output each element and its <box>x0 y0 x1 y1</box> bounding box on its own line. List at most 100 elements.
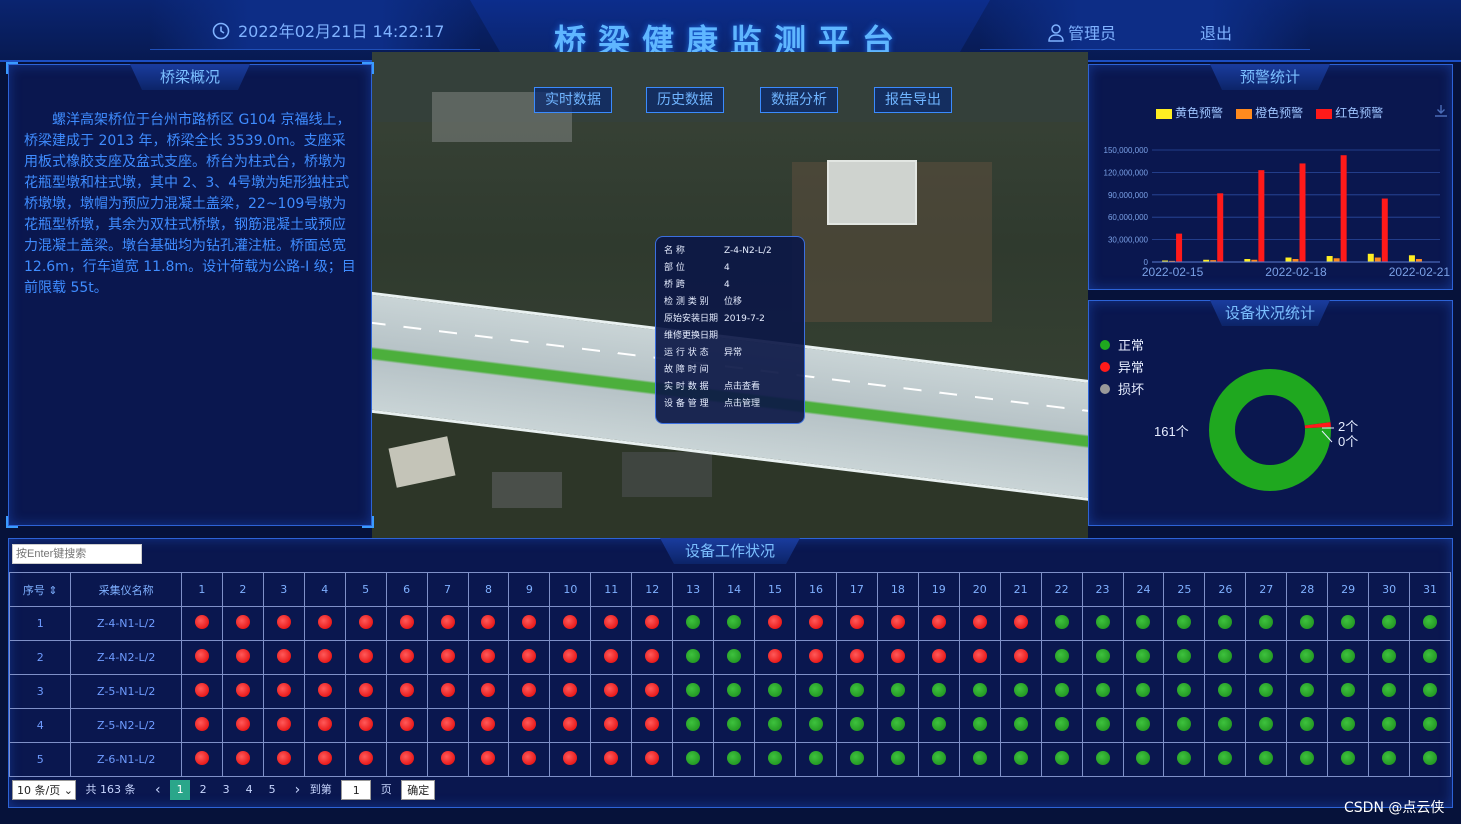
status-dot-abnormal[interactable] <box>645 751 660 765</box>
status-dot-normal[interactable] <box>768 683 783 697</box>
status-dot-abnormal[interactable] <box>317 649 332 663</box>
status-dot-abnormal[interactable] <box>604 649 619 663</box>
status-dot-abnormal[interactable] <box>481 683 496 697</box>
status-dot-normal[interactable] <box>686 751 701 765</box>
status-dot-normal[interactable] <box>972 717 987 731</box>
prev-page-icon[interactable]: ‹ <box>155 780 161 800</box>
status-dot-normal[interactable] <box>1300 615 1315 629</box>
status-dot-normal[interactable] <box>808 683 823 697</box>
status-dot-normal[interactable] <box>1382 751 1397 765</box>
page-number[interactable]: 4 <box>239 780 259 800</box>
status-dot-normal[interactable] <box>1259 717 1274 731</box>
status-dot-normal[interactable] <box>890 683 905 697</box>
status-dot-abnormal[interactable] <box>1013 649 1028 663</box>
nav-report-export[interactable]: 报告导出 <box>874 87 952 113</box>
status-dot-abnormal[interactable] <box>522 615 537 629</box>
status-dot-abnormal[interactable] <box>194 751 209 765</box>
status-dot-normal[interactable] <box>1095 717 1110 731</box>
status-dot-normal[interactable] <box>931 717 946 731</box>
status-dot-abnormal[interactable] <box>604 615 619 629</box>
status-dot-normal[interactable] <box>1218 751 1233 765</box>
status-dot-abnormal[interactable] <box>522 751 537 765</box>
table-row[interactable]: 5 Z-6-N1-L/2 <box>8 742 1451 777</box>
status-dot-normal[interactable] <box>727 683 742 697</box>
status-dot-normal[interactable] <box>972 751 987 765</box>
status-dot-normal[interactable] <box>1341 615 1356 629</box>
status-dot-normal[interactable] <box>686 717 701 731</box>
status-dot-normal[interactable] <box>808 717 823 731</box>
status-dot-normal[interactable] <box>1218 683 1233 697</box>
status-dot-abnormal[interactable] <box>235 751 250 765</box>
status-dot-normal[interactable] <box>686 683 701 697</box>
status-dot-normal[interactable] <box>1382 717 1397 731</box>
status-dot-normal[interactable] <box>1177 717 1192 731</box>
status-dot-abnormal[interactable] <box>276 615 291 629</box>
status-dot-normal[interactable] <box>768 751 783 765</box>
status-dot-normal[interactable] <box>1423 751 1438 765</box>
page-number[interactable]: 2 <box>193 780 213 800</box>
status-dot-normal[interactable] <box>1095 751 1110 765</box>
user-menu[interactable]: 管理员 <box>1048 20 1116 44</box>
status-dot-normal[interactable] <box>1341 751 1356 765</box>
popup-row[interactable]: 实 时 数 据 点击查看 <box>664 379 796 396</box>
status-dot-abnormal[interactable] <box>235 615 250 629</box>
status-dot-abnormal[interactable] <box>358 615 373 629</box>
status-dot-normal[interactable] <box>1300 717 1315 731</box>
status-dot-normal[interactable] <box>1423 615 1438 629</box>
status-dot-normal[interactable] <box>808 751 823 765</box>
sort-icon[interactable]: ⇕ <box>45 584 57 597</box>
nav-history-data[interactable]: 历史数据 <box>646 87 724 113</box>
status-dot-abnormal[interactable] <box>522 683 537 697</box>
status-dot-abnormal[interactable] <box>849 649 864 663</box>
legend-abnormal[interactable]: 异常 <box>1100 358 1144 380</box>
status-dot-abnormal[interactable] <box>645 649 660 663</box>
status-dot-abnormal[interactable] <box>399 751 414 765</box>
status-dot-normal[interactable] <box>849 683 864 697</box>
status-dot-abnormal[interactable] <box>563 717 578 731</box>
goto-confirm-button[interactable]: 确定 <box>401 780 436 800</box>
status-dot-abnormal[interactable] <box>317 751 332 765</box>
table-row[interactable]: 1 Z-4-N1-L/2 <box>8 606 1451 641</box>
status-dot-abnormal[interactable] <box>481 649 496 663</box>
status-dot-abnormal[interactable] <box>522 649 537 663</box>
status-dot-abnormal[interactable] <box>645 683 660 697</box>
table-row[interactable]: 3 Z-5-N1-L/2 <box>8 674 1451 709</box>
status-dot-abnormal[interactable] <box>235 649 250 663</box>
status-dot-abnormal[interactable] <box>399 649 414 663</box>
status-dot-abnormal[interactable] <box>849 615 864 629</box>
page-size-select[interactable]: 10 条/页 ⌄ <box>12 780 76 800</box>
status-dot-normal[interactable] <box>890 717 905 731</box>
status-dot-abnormal[interactable] <box>440 751 455 765</box>
status-dot-normal[interactable] <box>1054 649 1069 663</box>
status-dot-normal[interactable] <box>1177 615 1192 629</box>
status-dot-normal[interactable] <box>1382 649 1397 663</box>
status-dot-normal[interactable] <box>1136 751 1151 765</box>
status-dot-normal[interactable] <box>849 751 864 765</box>
status-dot-abnormal[interactable] <box>276 649 291 663</box>
status-dot-normal[interactable] <box>1423 649 1438 663</box>
status-dot-abnormal[interactable] <box>276 717 291 731</box>
status-dot-normal[interactable] <box>1054 615 1069 629</box>
status-dot-abnormal[interactable] <box>1013 615 1028 629</box>
status-dot-normal[interactable] <box>931 751 946 765</box>
status-dot-abnormal[interactable] <box>808 615 823 629</box>
status-dot-abnormal[interactable] <box>645 615 660 629</box>
status-dot-abnormal[interactable] <box>645 717 660 731</box>
status-dot-normal[interactable] <box>1382 615 1397 629</box>
status-dot-abnormal[interactable] <box>972 649 987 663</box>
legend-normal[interactable]: 正常 <box>1100 336 1144 358</box>
page-number[interactable]: 5 <box>262 780 282 800</box>
status-dot-normal[interactable] <box>849 717 864 731</box>
next-page-icon[interactable]: › <box>295 780 301 800</box>
status-dot-normal[interactable] <box>1259 683 1274 697</box>
status-dot-normal[interactable] <box>727 717 742 731</box>
status-dot-abnormal[interactable] <box>768 649 783 663</box>
status-dot-normal[interactable] <box>1382 683 1397 697</box>
status-dot-abnormal[interactable] <box>399 717 414 731</box>
status-dot-abnormal[interactable] <box>317 615 332 629</box>
table-row[interactable]: 4 Z-5-N2-L/2 <box>8 708 1451 743</box>
status-dot-abnormal[interactable] <box>276 683 291 697</box>
status-dot-abnormal[interactable] <box>563 683 578 697</box>
status-dot-normal[interactable] <box>1054 751 1069 765</box>
status-dot-normal[interactable] <box>1013 717 1028 731</box>
